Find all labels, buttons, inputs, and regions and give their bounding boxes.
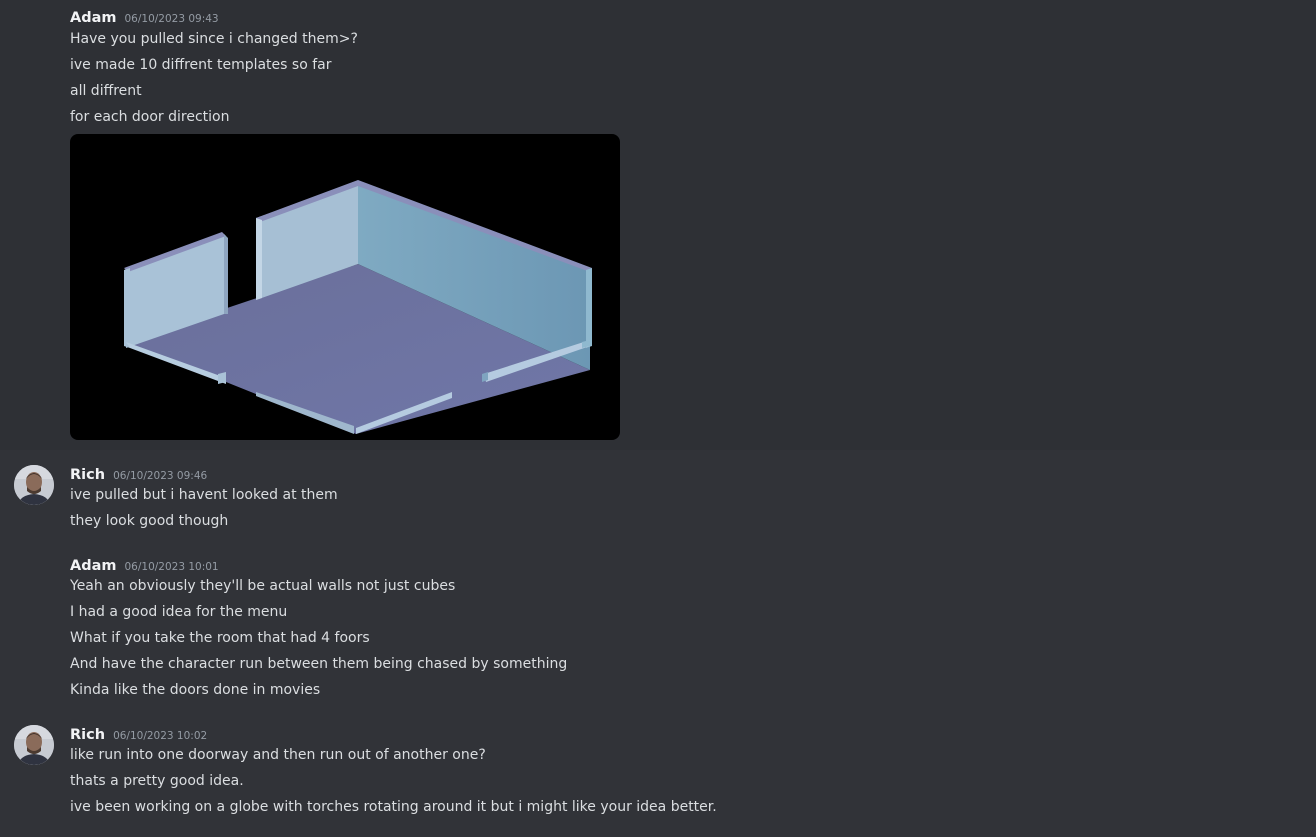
message-timestamp[interactable]: 06/10/2023 10:01 bbox=[125, 561, 219, 573]
message-timestamp[interactable]: 06/10/2023 09:46 bbox=[113, 470, 207, 482]
message-text: Kinda like the doors done in movies bbox=[70, 682, 321, 698]
message-header: Adam 06/10/2023 09:43 bbox=[70, 7, 219, 27]
message-group[interactable]: Adam 06/10/2023 09:43 Have you pulled sin… bbox=[0, 0, 1316, 450]
message-text: ive pulled but i havent looked at them bbox=[70, 487, 338, 503]
message-text: ive made 10 diffrent templates so far bbox=[70, 57, 332, 73]
message-text: all diffrent bbox=[70, 83, 142, 99]
author-name[interactable]: Adam bbox=[70, 558, 117, 574]
image-attachment[interactable] bbox=[70, 134, 620, 440]
room-render-image bbox=[124, 180, 592, 434]
message-text: What if you take the room that had 4 foo… bbox=[70, 630, 370, 646]
avatar-photo-icon bbox=[14, 465, 54, 505]
author-name[interactable]: Rich bbox=[70, 467, 105, 483]
user-avatar[interactable] bbox=[14, 465, 54, 505]
message-timestamp[interactable]: 06/10/2023 10:02 bbox=[113, 730, 207, 742]
message-group[interactable]: Adam 06/10/2023 10:01 Yeah an obviously t… bbox=[0, 540, 1316, 710]
message-text: ive been working on a globe with torches… bbox=[70, 799, 717, 815]
message-header: Rich 06/10/2023 10:02 bbox=[70, 724, 207, 744]
message-timestamp[interactable]: 06/10/2023 09:43 bbox=[125, 13, 219, 25]
message-group[interactable]: Rich 06/10/2023 09:46 ive pulled but i ha… bbox=[0, 450, 1316, 540]
message-text: Have you pulled since i changed them>? bbox=[70, 31, 358, 47]
message-group[interactable]: Rich 06/10/2023 10:02 like run into one d… bbox=[0, 710, 1316, 837]
avatar-photo-icon bbox=[14, 725, 54, 765]
message-text: they look good though bbox=[70, 513, 229, 529]
message-text: I had a good idea for the menu bbox=[70, 604, 288, 620]
user-avatar[interactable] bbox=[14, 725, 54, 765]
message-text: like run into one doorway and then run o… bbox=[70, 747, 486, 763]
message-text: And have the character run between them … bbox=[70, 656, 568, 672]
author-name[interactable]: Rich bbox=[70, 727, 105, 743]
message-text: Yeah an obviously they'll be actual wall… bbox=[70, 578, 456, 594]
message-header: Adam 06/10/2023 10:01 bbox=[70, 555, 219, 575]
message-header: Rich 06/10/2023 09:46 bbox=[70, 464, 207, 484]
message-list: Adam 06/10/2023 09:43 Have you pulled sin… bbox=[0, 0, 1316, 837]
author-name[interactable]: Adam bbox=[70, 10, 117, 26]
message-text: thats a pretty good idea. bbox=[70, 773, 244, 789]
message-text: for each door direction bbox=[70, 109, 230, 125]
